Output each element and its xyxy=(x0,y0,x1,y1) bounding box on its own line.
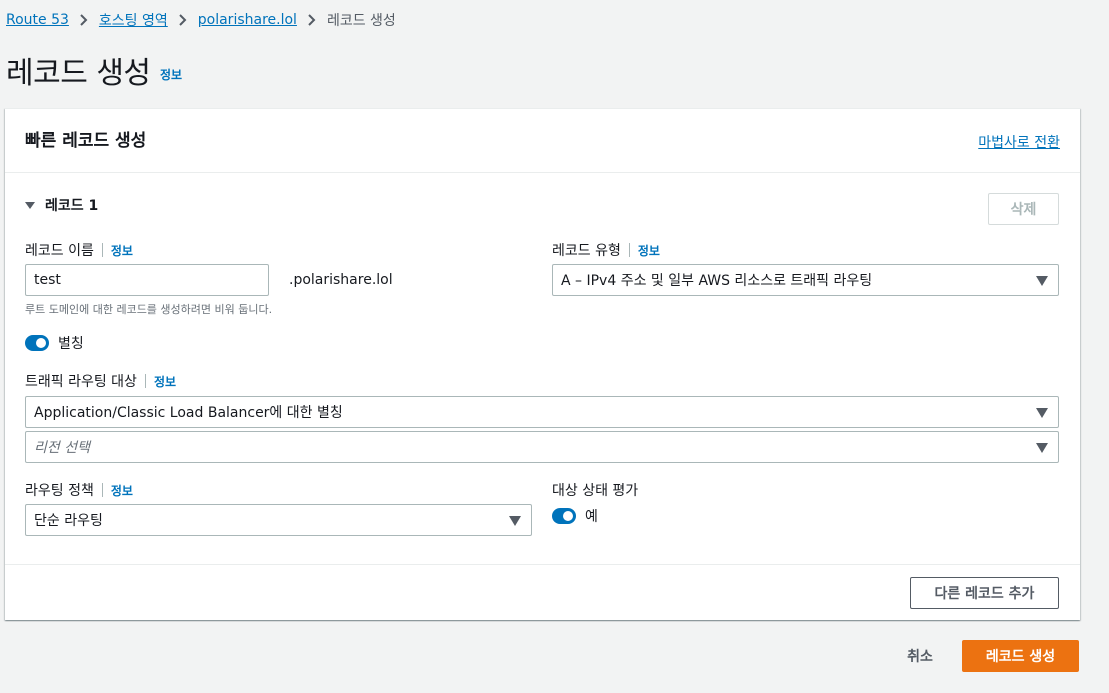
region-select[interactable]: 리전 선택 xyxy=(25,431,1059,463)
alias-label: 별칭 xyxy=(58,336,84,352)
cancel-button[interactable]: 취소 xyxy=(889,640,951,672)
chevron-right-icon xyxy=(297,12,327,28)
breadcrumb: Route 53 호스팅 영역 polarishare.lol 레코드 생성 xyxy=(6,10,396,30)
route-target-label: 트래픽 라우팅 대상 정보 xyxy=(25,371,176,391)
record-name-label-text: 레코드 이름 xyxy=(25,243,94,259)
label-divider xyxy=(101,243,103,257)
domain-suffix: .polarishare.lol xyxy=(289,272,393,288)
caret-down-icon xyxy=(1036,408,1048,418)
record-type-info-link[interactable]: 정보 xyxy=(638,242,660,259)
label-divider xyxy=(101,483,103,497)
routing-policy-value: 단순 라우팅 xyxy=(34,513,103,529)
breadcrumb-zone[interactable]: polarishare.lol xyxy=(198,12,297,28)
delete-button[interactable]: 삭제 xyxy=(988,193,1059,225)
quick-create-panel: 빠른 레코드 생성 마법사로 전환 레코드 1 삭제 레코드 이름 정보 tes… xyxy=(5,108,1080,620)
caret-down-icon xyxy=(1036,276,1048,286)
record-type-select[interactable]: A – IPv4 주소 및 일부 AWS 리소스로 트래픽 라우팅 xyxy=(552,264,1059,296)
caret-down-icon xyxy=(509,516,521,526)
add-record-button[interactable]: 다른 레코드 추가 xyxy=(910,577,1059,609)
routing-policy-info-link[interactable]: 정보 xyxy=(111,482,133,499)
caret-down-icon xyxy=(25,202,35,209)
breadcrumb-current: 레코드 생성 xyxy=(326,13,396,29)
route-target-label-text: 트래픽 라우팅 대상 xyxy=(25,374,137,390)
chevron-right-icon xyxy=(168,12,198,28)
routing-policy-label: 라우팅 정책 정보 xyxy=(25,480,133,500)
health-label: 대상 상태 평가 xyxy=(552,483,639,499)
record-type-label: 레코드 유형 정보 xyxy=(552,240,660,260)
panel-title: 빠른 레코드 생성 xyxy=(25,131,147,151)
switch-to-wizard-link[interactable]: 마법사로 전환 xyxy=(978,132,1060,152)
record-expander[interactable]: 레코드 1 xyxy=(25,195,98,215)
record-name-hint: 루트 도메인에 대한 레코드를 생성하려면 비워 둡니다. xyxy=(25,303,273,316)
create-records-button[interactable]: 레코드 생성 xyxy=(962,640,1079,672)
routing-policy-label-text: 라우팅 정책 xyxy=(25,483,94,499)
endpoint-type-value: Application/Classic Load Balancer에 대한 별칭 xyxy=(34,405,343,421)
caret-down-icon xyxy=(1036,443,1048,453)
health-value: 예 xyxy=(585,509,598,525)
region-placeholder: 리전 선택 xyxy=(34,440,90,456)
alias-toggle[interactable] xyxy=(25,335,49,351)
panel-divider xyxy=(5,564,1080,565)
route-target-info-link[interactable]: 정보 xyxy=(154,373,176,390)
record-name-input[interactable]: test xyxy=(25,264,269,296)
record-title: 레코드 1 xyxy=(45,198,99,214)
endpoint-type-select[interactable]: Application/Classic Load Balancer에 대한 별칭 xyxy=(25,396,1059,428)
record-type-value: A – IPv4 주소 및 일부 AWS 리소스로 트래픽 라우팅 xyxy=(561,273,873,289)
record-type-label-text: 레코드 유형 xyxy=(552,243,621,259)
page-info-link[interactable]: 정보 xyxy=(160,66,182,83)
label-divider xyxy=(628,243,630,257)
breadcrumb-route53[interactable]: Route 53 xyxy=(6,12,69,28)
panel-header: 빠른 레코드 생성 마법사로 전환 xyxy=(5,109,1080,173)
record-name-label: 레코드 이름 정보 xyxy=(25,240,133,260)
breadcrumb-hosted-zones[interactable]: 호스팅 영역 xyxy=(99,10,168,30)
routing-policy-select[interactable]: 단순 라우팅 xyxy=(25,504,532,536)
record-name-info-link[interactable]: 정보 xyxy=(111,242,133,259)
health-toggle[interactable] xyxy=(552,508,576,524)
label-divider xyxy=(144,374,146,388)
page-title: 레코드 생성 xyxy=(6,56,151,91)
chevron-right-icon xyxy=(69,12,99,28)
